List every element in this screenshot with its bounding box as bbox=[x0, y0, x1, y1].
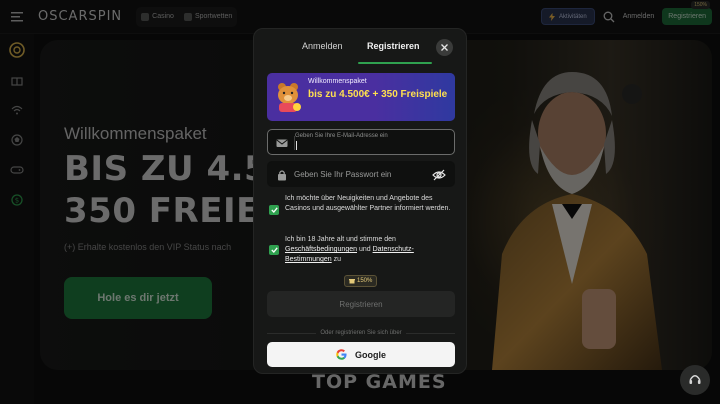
auth-modal: Anmelden Registrieren Willkommenspaket b… bbox=[253, 28, 467, 374]
page: Willkommenspaket BIS ZU 4.5 350 FREIE (+… bbox=[0, 0, 720, 404]
bonus-badge-label: 150% bbox=[357, 278, 373, 284]
tab-register[interactable]: Registrieren bbox=[367, 41, 420, 51]
terms-checkbox[interactable] bbox=[269, 245, 279, 255]
close-icon bbox=[441, 44, 448, 51]
terms-pre-text: Ich bin 18 Jahre alt und stimme den bbox=[285, 236, 396, 243]
mail-icon bbox=[276, 139, 288, 147]
divider-line bbox=[267, 332, 317, 334]
google-signup-button[interactable]: Google bbox=[267, 342, 455, 367]
promo-title: Willkommenspaket bbox=[308, 78, 367, 85]
check-icon bbox=[270, 247, 278, 253]
support-chat-button[interactable] bbox=[680, 365, 710, 395]
promo-amount: bis zu 4.500€ + 350 Freispiele bbox=[308, 89, 448, 100]
text-cursor bbox=[296, 141, 297, 150]
google-icon bbox=[336, 349, 347, 360]
terms-link[interactable]: Geschäftsbedingungen bbox=[285, 246, 357, 253]
lock-icon bbox=[278, 170, 286, 181]
gift-icon bbox=[349, 279, 355, 284]
register-submit-button[interactable]: Registrieren bbox=[267, 291, 455, 317]
consent-terms: Ich bin 18 Jahre alt und stimme den Gesch… bbox=[267, 235, 457, 269]
google-signup-label: Google bbox=[355, 349, 386, 360]
terms-and-text: und bbox=[358, 246, 371, 253]
email-field-label: Geben Sie Ihre E-Mail-Adresse ein bbox=[295, 133, 388, 139]
bear-mascot-icon bbox=[278, 83, 301, 112]
divider-line bbox=[405, 332, 455, 334]
bonus-badge: 150% bbox=[344, 275, 378, 287]
newsletter-consent-text: Ich möchte über Neuigkeiten und Angebote… bbox=[285, 195, 451, 212]
close-button[interactable] bbox=[436, 39, 453, 56]
terms-post-text: zu bbox=[333, 256, 342, 263]
terms-consent-text: Ich bin 18 Jahre alt und stimme den Gesch… bbox=[285, 235, 455, 265]
tab-login[interactable]: Anmelden bbox=[302, 41, 343, 51]
newsletter-checkbox[interactable] bbox=[269, 205, 279, 215]
email-field[interactable]: Geben Sie Ihre E-Mail-Adresse ein bbox=[267, 129, 455, 155]
password-field[interactable]: Geben Sie Ihr Passwort ein bbox=[267, 161, 455, 187]
auth-tabs: Anmelden Registrieren bbox=[254, 29, 468, 65]
consent-newsletter: Ich möchte über Neuigkeiten und Angebote… bbox=[267, 194, 457, 228]
social-divider: Oder registrieren Sie sich über bbox=[267, 328, 455, 338]
social-divider-text: Oder registrieren Sie sich über bbox=[320, 330, 402, 336]
welcome-bonus-banner: Willkommenspaket bis zu 4.500€ + 350 Fre… bbox=[267, 73, 455, 121]
password-placeholder: Geben Sie Ihr Passwort ein bbox=[294, 170, 392, 179]
check-icon bbox=[270, 207, 278, 213]
active-tab-indicator bbox=[358, 62, 432, 64]
support-icon bbox=[689, 375, 701, 384]
eye-off-icon[interactable] bbox=[432, 168, 446, 182]
